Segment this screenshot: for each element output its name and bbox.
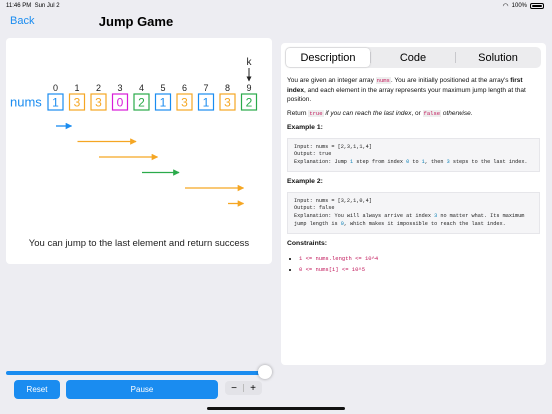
constraint-item: 0 <= nums[i] <= 10^5 xyxy=(299,265,540,275)
example-2-heading: Example 2: xyxy=(287,178,323,186)
visualization-panel: nums 0 1 1 3 2 3 3 0 4 2 5 1 6 3 7 1 8 3 9 2 k You can jump t… xyxy=(6,38,272,264)
cell-value: 1 xyxy=(52,96,59,110)
index-label: 5 xyxy=(160,83,165,93)
cell-value: 1 xyxy=(203,96,210,110)
progress-slider-thumb[interactable] xyxy=(258,365,272,379)
cell-value: 0 xyxy=(117,96,124,110)
status-bar: 11:46 PM Sun Jul 2 ◠ 100% xyxy=(0,0,552,12)
example-1-heading: Example 1: xyxy=(287,124,323,131)
array-label: nums xyxy=(10,95,42,110)
cell-value: 1 xyxy=(160,96,167,110)
description-content: You are given an integer array nums. You… xyxy=(287,76,540,277)
progress-slider-track[interactable] xyxy=(6,371,266,375)
battery-percent: 100% xyxy=(511,3,527,9)
return-paragraph: Return true if you can reach the last in… xyxy=(287,109,473,117)
reset-button[interactable]: Reset xyxy=(14,380,60,399)
constraint-item: 1 <= nums.length <= 10^4 xyxy=(299,254,540,264)
index-label: 7 xyxy=(203,83,208,93)
index-label: 3 xyxy=(117,83,122,93)
home-indicator xyxy=(207,407,345,410)
wifi-icon: ◠ xyxy=(502,3,509,10)
status-message: You can jump to the last element and ret… xyxy=(28,238,250,249)
status-time: 11:46 PM Sun Jul 2 xyxy=(6,3,60,9)
status-right: ◠ 100% xyxy=(503,2,544,10)
cell-value: 3 xyxy=(95,96,102,110)
array-visualization: nums01132330425163718392k xyxy=(10,57,258,207)
problem-panel: Description Code Solution You are given … xyxy=(281,43,546,365)
example-2-code: Input: nums = [3,2,1,0,4] Output: false Ex… xyxy=(287,191,540,235)
battery-icon xyxy=(530,3,544,9)
example-1-code: Input: nums = [2,3,1,1,4] Output: true Exp… xyxy=(287,137,540,173)
index-label: 6 xyxy=(182,83,187,93)
cell-value: 2 xyxy=(138,96,145,110)
pause-button[interactable]: Pause xyxy=(66,380,218,399)
index-label: 9 xyxy=(246,83,251,93)
speed-stepper: − + xyxy=(225,381,262,395)
description-paragraph: You are given an integer array nums. You… xyxy=(287,77,526,103)
constraints-heading: Constraints: xyxy=(287,240,328,248)
increase-speed-button[interactable]: + xyxy=(244,383,262,394)
index-label: 1 xyxy=(74,83,79,93)
index-label: 4 xyxy=(139,83,144,93)
tab-code[interactable]: Code xyxy=(371,48,455,67)
index-label: 2 xyxy=(96,83,101,93)
constraints-list: 1 <= nums.length <= 10^4 0 <= nums[i] <=… xyxy=(287,254,540,275)
cell-value: 3 xyxy=(224,96,231,110)
page-title: Jump Game xyxy=(98,14,174,29)
cell-value: 3 xyxy=(74,96,81,110)
cell-value: 3 xyxy=(181,96,188,110)
cell-value: 2 xyxy=(246,96,253,110)
index-label: 0 xyxy=(53,83,58,93)
index-label: 8 xyxy=(225,83,230,93)
pointer-label: k xyxy=(247,57,253,68)
decrease-speed-button[interactable]: − xyxy=(225,383,243,394)
tab-bar: Description Code Solution xyxy=(285,47,541,68)
tab-solution[interactable]: Solution xyxy=(456,48,540,67)
tab-description[interactable]: Description xyxy=(286,48,370,67)
